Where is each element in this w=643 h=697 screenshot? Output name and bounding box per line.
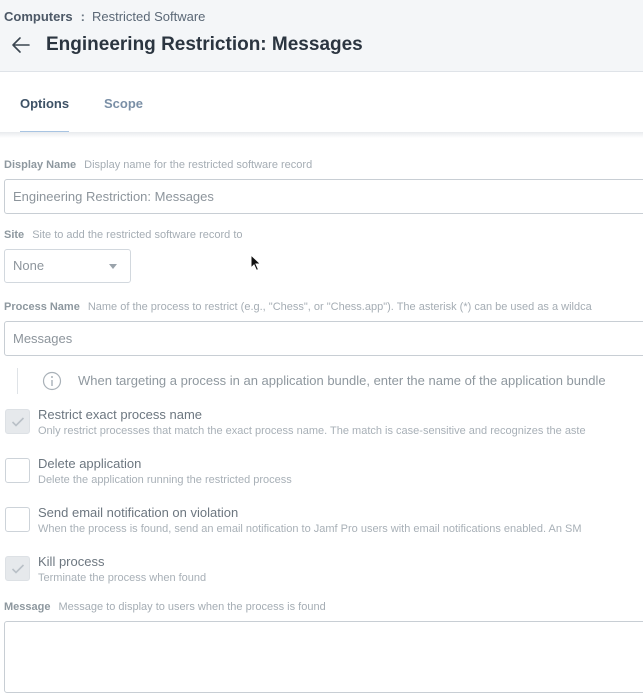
breadcrumb: Computers: Restricted Software	[4, 9, 205, 24]
process-name-input[interactable]: Messages	[4, 321, 643, 356]
chevron-down-icon	[109, 264, 117, 269]
site-hint: Site to add the restricted software reco…	[32, 229, 243, 241]
kill-process-desc: Terminate the process when found	[38, 572, 207, 584]
delete-application-checkbox[interactable]	[5, 458, 30, 483]
restrict-exact-title: Restrict exact process name	[38, 407, 203, 422]
tab-scope[interactable]: Scope	[104, 96, 143, 111]
send-email-title: Send email notification on violation	[38, 505, 239, 520]
tab-options[interactable]: Options	[20, 96, 69, 111]
breadcrumb-separator: :	[80, 9, 85, 24]
arrow-left-icon[interactable]	[11, 36, 31, 54]
site-label: Site Site to add the restricted software …	[4, 229, 243, 241]
site-label-text: Site	[4, 229, 25, 241]
site-select[interactable]: None	[4, 249, 131, 283]
page-title: Engineering Restriction: Messages	[46, 34, 363, 55]
info-note: When targeting a process in an applicati…	[17, 368, 643, 394]
tab-bar-shadow	[0, 132, 643, 138]
process-name-label-text: Process Name	[4, 301, 80, 313]
send-email-checkbox[interactable]	[5, 507, 30, 532]
restrict-exact-desc: Only restrict processes that match the e…	[38, 425, 586, 437]
page-header: Computers: Restricted Software Engineerin…	[0, 0, 643, 72]
delete-application-desc: Delete the application running the restr…	[38, 474, 292, 486]
checkmark-icon	[11, 417, 25, 427]
kill-process-checkbox[interactable]	[5, 556, 30, 581]
breadcrumb-root[interactable]: Computers	[4, 9, 73, 24]
mouse-cursor-icon	[250, 253, 262, 272]
info-circle-icon	[42, 371, 62, 391]
restrict-exact-checkbox[interactable]	[5, 409, 30, 434]
info-note-text: When targeting a process in an applicati…	[78, 373, 606, 388]
tab-bar: Options Scope	[0, 73, 643, 135]
option-send-email-notification: Send email notification on violation Whe…	[5, 505, 643, 547]
option-delete-application: Delete application Delete the applicatio…	[5, 456, 643, 498]
option-kill-process: Kill process Terminate the process when …	[5, 554, 643, 596]
display-name-label: Display Name Display name for the restric…	[4, 159, 312, 171]
site-select-value: None	[13, 258, 45, 273]
process-name-label: Process Name Name of the process to restr…	[4, 301, 592, 313]
checkmark-icon	[11, 564, 25, 574]
display-name-input[interactable]: Engineering Restriction: Messages	[4, 179, 643, 214]
kill-process-title: Kill process	[38, 554, 105, 569]
option-restrict-exact-process-name: Restrict exact process name Only restric…	[5, 407, 643, 449]
message-textarea[interactable]	[4, 621, 643, 693]
display-name-hint: Display name for the restricted software…	[84, 159, 313, 171]
send-email-desc: When the process is found, send an email…	[38, 523, 582, 535]
message-label-text: Message	[4, 601, 51, 613]
message-hint: Message to display to users when the pro…	[58, 601, 326, 613]
display-name-label-text: Display Name	[4, 159, 77, 171]
process-name-hint: Name of the process to restrict (e.g., "…	[87, 301, 592, 313]
breadcrumb-current[interactable]: Restricted Software	[92, 9, 205, 24]
delete-application-title: Delete application	[38, 456, 142, 471]
message-label: Message Message to display to users when …	[4, 601, 326, 613]
